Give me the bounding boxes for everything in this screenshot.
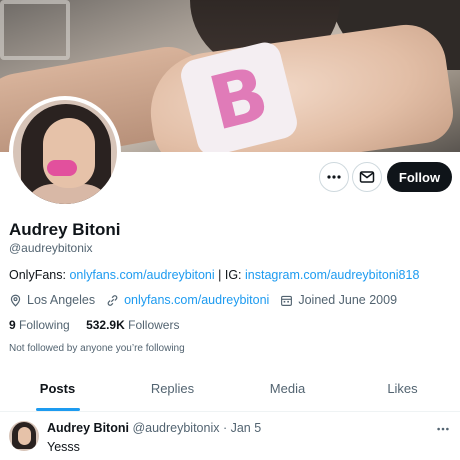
following-link[interactable]: 9 Following [9, 318, 70, 332]
profile-meta: Los Angeles onlyfans.com/audreybitoni Jo… [9, 293, 408, 307]
tweet-date[interactable]: Jan 5 [231, 421, 262, 435]
followers-count: 532.9K [86, 318, 125, 332]
follow-counts: 9 Following 532.9K Followers [9, 318, 192, 332]
profile-joined: Joined June 2009 [280, 293, 397, 307]
tweet-avatar-face [18, 427, 31, 445]
bio-instagram-link[interactable]: instagram.com/audreybitoni818 [245, 268, 419, 282]
tweet[interactable]: Audrey Bitoni @audreybitonix · Jan 5 Yes… [0, 412, 460, 460]
tweet-avatar[interactable] [9, 421, 39, 451]
calendar-icon [281, 295, 293, 306]
bio-prefix: OnlyFans: [9, 268, 70, 282]
followers-link[interactable]: 532.9K Followers [86, 318, 179, 332]
tab-posts[interactable]: Posts [0, 366, 115, 411]
tab-likes[interactable]: Likes [345, 366, 460, 411]
bio-separator: | IG: [214, 268, 246, 282]
website-link[interactable]: onlyfans.com/audreybitoni [124, 293, 269, 307]
message-button[interactable] [352, 162, 382, 192]
envelope-icon [359, 171, 375, 183]
more-horizontal-icon [327, 175, 341, 179]
avatar-accessory [47, 160, 77, 176]
more-options-button[interactable] [319, 162, 349, 192]
profile-website[interactable]: onlyfans.com/audreybitoni [106, 293, 269, 307]
location-text: Los Angeles [27, 293, 96, 307]
bio-onlyfans-link[interactable]: onlyfans.com/audreybitoni [69, 268, 214, 282]
tab-replies[interactable]: Replies [115, 366, 230, 411]
tweet-header: Audrey Bitoni @audreybitonix · Jan 5 [47, 421, 261, 435]
profile-bio: OnlyFans: onlyfans.com/audreybitoni | IG… [9, 268, 419, 282]
location-pin-icon [10, 294, 21, 307]
profile-location: Los Angeles [9, 293, 95, 307]
followers-label: Followers [128, 318, 180, 332]
following-count: 9 [9, 318, 16, 332]
profile-name: Audrey Bitoni [9, 220, 121, 239]
avatar-face [43, 118, 95, 188]
tweet-author-handle[interactable]: @audreybitonix [132, 421, 219, 435]
link-icon [107, 294, 118, 306]
profile-avatar[interactable] [9, 96, 121, 208]
following-label: Following [19, 318, 70, 332]
banner-chair [0, 0, 70, 60]
tweet-dot: · [219, 421, 231, 435]
not-followed-note: Not followed by anyone you’re following [9, 343, 185, 354]
tweet-text: Yesss [47, 440, 80, 454]
more-horizontal-icon[interactable] [436, 422, 450, 436]
profile-handle: @audreybitonix [9, 241, 93, 255]
sticker-letter: B [201, 50, 277, 148]
follow-button[interactable]: Follow [387, 162, 452, 192]
profile-tabs: Posts Replies Media Likes [0, 366, 460, 412]
joined-text: Joined June 2009 [298, 293, 398, 307]
tab-media[interactable]: Media [230, 366, 345, 411]
tweet-author-name[interactable]: Audrey Bitoni [47, 421, 129, 435]
